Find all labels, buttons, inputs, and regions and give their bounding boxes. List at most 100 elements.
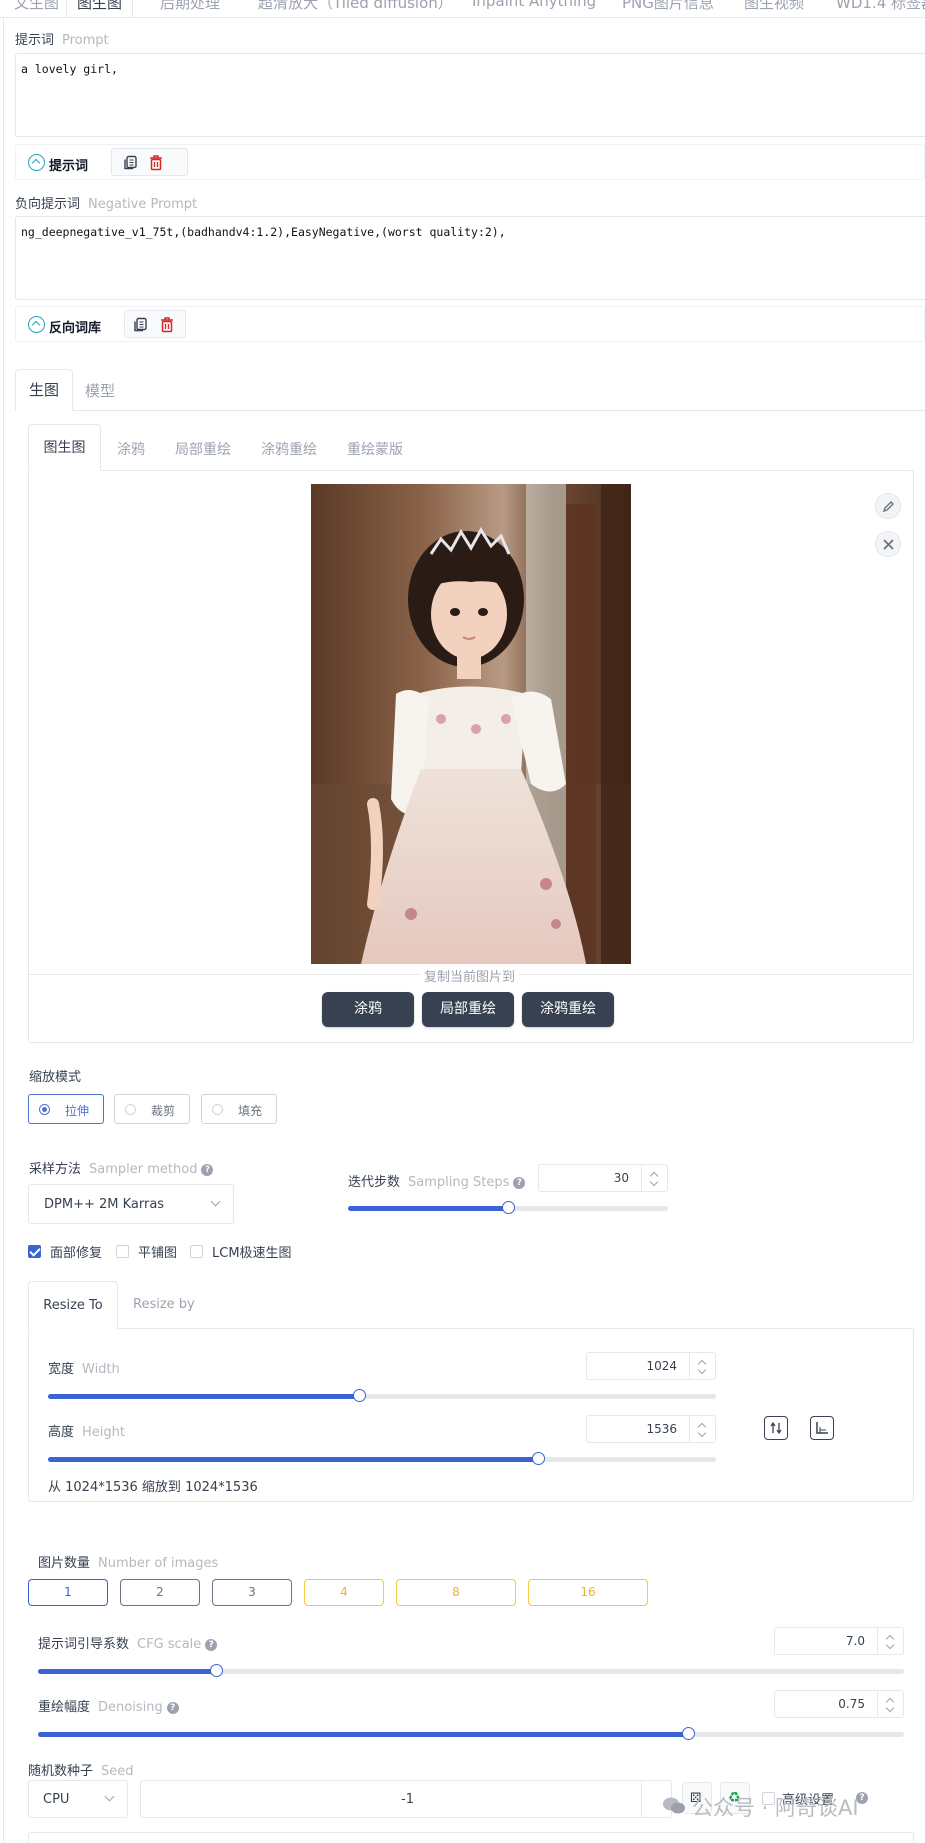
lcm-checkbox[interactable]: [190, 1245, 203, 1258]
copy-icon[interactable]: [132, 317, 148, 333]
top-tab-extras[interactable]: 后期处理: [160, 0, 220, 17]
cfg-slider-thumb[interactable]: [209, 1664, 223, 1677]
num-images-label: 图片数量 Number of images: [38, 1552, 218, 1571]
sampler-value: DPM++ 2M Karras: [44, 1197, 165, 1212]
width-slider[interactable]: [48, 1389, 716, 1402]
tab-model[interactable]: 模型: [85, 380, 115, 401]
help-icon[interactable]: ?: [201, 1163, 214, 1176]
aspect-ratio-button[interactable]: [810, 1416, 834, 1440]
top-tab-png-info[interactable]: PNG图片信息: [622, 0, 714, 17]
height-label: 高度 Height: [48, 1421, 125, 1440]
width-input[interactable]: 1024: [586, 1352, 716, 1380]
width-slider-fill: [48, 1394, 359, 1399]
cfg-slider[interactable]: [38, 1664, 904, 1677]
help-icon[interactable]: ?: [166, 1701, 179, 1714]
negative-label-cn: 负向提示词: [15, 197, 81, 212]
radio-dot: [125, 1104, 136, 1115]
trash-icon[interactable]: [159, 316, 175, 333]
copy-to-sketch-button[interactable]: 涂鸦: [322, 992, 414, 1027]
denoising-spinner[interactable]: [877, 1691, 903, 1717]
steps-label-cn: 迭代步数: [348, 1175, 401, 1190]
steps-slider-fill: [348, 1206, 508, 1211]
edit-image-button[interactable]: [875, 493, 901, 519]
negative-library-title[interactable]: 反向词库: [49, 317, 101, 336]
steps-input[interactable]: 30: [538, 1164, 668, 1192]
num-images-4-button[interactable]: 4: [304, 1579, 384, 1606]
cfg-label-cn: 提示词引导系数: [38, 1637, 130, 1652]
denoising-slider-thumb[interactable]: [681, 1727, 695, 1740]
height-input[interactable]: 1536: [586, 1415, 716, 1443]
tab-inpaint-upload[interactable]: 重绘蒙版: [347, 439, 403, 459]
clear-image-button[interactable]: [875, 531, 901, 557]
tiling-checkbox[interactable]: [116, 1245, 129, 1258]
top-tab-wd14-tagger[interactable]: WD1.4 标签器: [836, 0, 925, 17]
tab-img2img[interactable]: 图生图: [28, 424, 101, 471]
help-icon[interactable]: ?: [205, 1638, 218, 1651]
top-tab-inpaint-anything[interactable]: Inpaint Anything: [472, 0, 596, 17]
num-images-1-button[interactable]: 1: [28, 1579, 108, 1606]
cfg-input[interactable]: 7.0: [774, 1627, 904, 1655]
steps-slider[interactable]: [348, 1201, 668, 1214]
steps-spinner[interactable]: [641, 1165, 667, 1191]
height-slider-thumb[interactable]: [531, 1452, 545, 1465]
denoising-input[interactable]: 0.75: [774, 1690, 904, 1718]
negative-library-bar: 反向词库: [15, 306, 925, 342]
top-tab-txt2img[interactable]: 文生图: [14, 0, 59, 17]
num-images-8-button[interactable]: 8: [396, 1579, 516, 1606]
top-tab-tiled-diffusion[interactable]: 超清放大（Tiled diffusion）: [258, 0, 453, 17]
width-spinner[interactable]: [689, 1353, 715, 1379]
num-images-16-button[interactable]: 16: [528, 1579, 648, 1606]
seed-value: -1: [401, 1792, 414, 1807]
seed-input[interactable]: -1: [140, 1780, 672, 1818]
prompt-label: 提示词 Prompt: [15, 29, 109, 48]
denoising-label-en: Denoising: [98, 1700, 163, 1715]
num-images-2-button[interactable]: 2: [120, 1579, 200, 1606]
num-images-label-en: Number of images: [98, 1556, 219, 1571]
help-icon[interactable]: ?: [513, 1176, 526, 1189]
ruler-icon: [816, 1422, 828, 1434]
seed-label: 随机数种子 Seed: [28, 1760, 134, 1779]
tab-inpaint[interactable]: 局部重绘: [175, 439, 231, 459]
seed-device-select[interactable]: CPU: [28, 1780, 128, 1818]
tab-resize-by[interactable]: Resize by: [133, 1297, 195, 1312]
negative-label-en: Negative Prompt: [88, 197, 198, 212]
face-restore-checkbox[interactable]: [28, 1245, 41, 1258]
negative-label: 负向提示词 Negative Prompt: [15, 193, 197, 212]
swap-icon: [770, 1421, 782, 1435]
prompt-textarea[interactable]: a lovely girl,: [15, 53, 925, 137]
height-spinner[interactable]: [689, 1416, 715, 1442]
cfg-spinner[interactable]: [877, 1628, 903, 1654]
chevron-up-icon[interactable]: [28, 316, 45, 333]
denoising-label-cn: 重绘幅度: [38, 1700, 91, 1715]
chevron-up-icon[interactable]: [28, 154, 45, 171]
copy-to-inpaint-button[interactable]: 局部重绘: [422, 992, 514, 1027]
cfg-label: 提示词引导系数 CFG scale?: [38, 1633, 218, 1652]
copy-to-inpaint-sketch-button[interactable]: 涂鸦重绘: [522, 992, 614, 1027]
swap-dimensions-button[interactable]: [764, 1416, 788, 1440]
pencil-icon: [882, 501, 894, 513]
tab-inpaint-sketch[interactable]: 涂鸦重绘: [261, 439, 317, 459]
lcm-label: LCM极速生图: [212, 1246, 292, 1261]
height-slider[interactable]: [48, 1452, 716, 1465]
input-image[interactable]: [311, 484, 631, 964]
negative-prompt-textarea[interactable]: ng_deepnegative_v1_75t,(badhandv4:1.2),E…: [15, 216, 925, 300]
width-slider-thumb[interactable]: [352, 1389, 366, 1402]
steps-slider-thumb[interactable]: [502, 1201, 515, 1214]
tab-generate[interactable]: 生图: [15, 369, 73, 411]
resize-mode-fill[interactable]: 填充: [201, 1094, 277, 1124]
resize-mode-stretch[interactable]: 拉伸: [28, 1094, 104, 1124]
top-tab-img2img[interactable]: 图生图: [66, 0, 134, 17]
watermark: 公众号 · 阿奇谈AI: [662, 1790, 898, 1820]
radio-dot: [212, 1104, 223, 1115]
trash-icon[interactable]: [148, 154, 164, 171]
tab-sketch[interactable]: 涂鸦: [117, 439, 145, 459]
top-tab-img2video[interactable]: 图生视频: [744, 0, 804, 17]
tab-resize-to[interactable]: Resize To: [28, 1281, 118, 1329]
prompt-library-title[interactable]: 提示词: [49, 155, 88, 174]
wechat-icon: [663, 1797, 685, 1814]
num-images-3-button[interactable]: 3: [212, 1579, 292, 1606]
resize-mode-crop[interactable]: 裁剪: [114, 1094, 190, 1124]
copy-icon[interactable]: [122, 155, 138, 171]
sampler-select[interactable]: DPM++ 2M Karras: [28, 1184, 234, 1224]
denoising-slider[interactable]: [38, 1727, 904, 1740]
